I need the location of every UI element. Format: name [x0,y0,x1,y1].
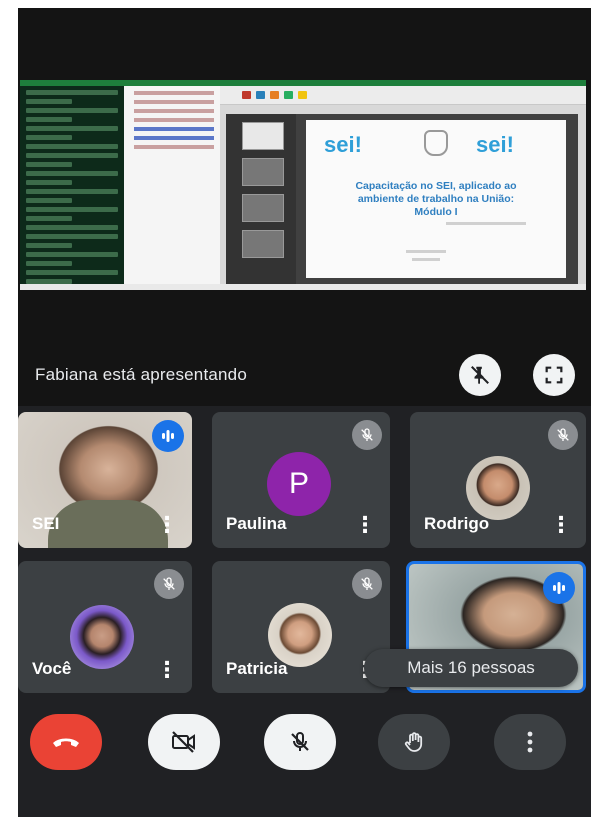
participant-tile-patricia[interactable]: Patricia ⋮ [212,561,390,693]
sei-logo-left: sei! [324,132,362,157]
muted-indicator [352,420,382,450]
mic-off-icon [163,577,175,590]
sei-logo-right: sei! [476,132,514,157]
more-vertical-icon [527,731,533,753]
shared-app-sidebar [20,86,124,284]
slide-thumbnails [226,114,296,284]
mic-off-icon [361,428,373,441]
participant-tile-sei[interactable]: SEI ⋮ [18,412,192,548]
unpin-button[interactable] [459,354,501,396]
presentation-area[interactable]: sei! sei! Capacitação no SEI, aplicado a… [18,8,591,406]
audio-level-icon [553,582,565,594]
mic-toggle-button[interactable] [264,714,336,770]
phone-hangup-icon [53,738,79,747]
end-call-button[interactable] [30,714,102,770]
more-participants-button[interactable]: Mais 16 pessoas [364,649,578,687]
audio-level-icon [162,430,174,442]
slide-page: sei! sei! Capacitação no SEI, aplicado a… [306,120,566,278]
participant-menu-button[interactable]: ⋮ [156,659,178,681]
mic-off-icon [361,577,373,590]
avatar [268,603,332,667]
mic-off-icon [557,428,569,441]
avatar [70,605,134,669]
shared-app-list [124,86,221,284]
presenter-label: Fabiana está apresentando [35,365,247,384]
participant-tile-rodrigo[interactable]: Rodrigo ⋮ [410,412,586,548]
speaking-indicator [543,572,575,604]
avatar [466,456,530,520]
participant-tile-voce[interactable]: Você ⋮ [18,561,192,693]
muted-indicator [154,569,184,599]
muted-indicator [548,420,578,450]
shared-screen-content: sei! sei! Capacitação no SEI, aplicado a… [20,80,586,290]
muted-indicator [352,569,382,599]
participant-name: SEI [32,514,60,533]
meeting-screen: sei! sei! Capacitação no SEI, aplicado a… [18,8,591,817]
videocam-off-icon [172,731,195,753]
avatar: P [267,452,331,516]
pin-off-icon [471,366,489,385]
participant-name: Paulina [226,514,287,533]
fullscreen-icon [545,366,563,384]
slide-title: Capacitação no SEI, aplicado ao ambiente… [355,180,517,218]
coat-of-arms-icon [424,130,448,156]
fullscreen-button[interactable] [533,354,575,396]
raise-hand-button[interactable] [378,714,450,770]
participant-menu-button[interactable]: ⋮ [550,514,572,536]
speaking-indicator [152,420,184,452]
shared-document-viewer: sei! sei! Capacitação no SEI, aplicado a… [220,86,586,284]
participant-tile-paulina[interactable]: P Paulina ⋮ [212,412,390,548]
mic-off-icon [291,731,309,751]
participant-menu-button[interactable]: ⋮ [156,514,178,536]
participant-menu-button[interactable]: ⋮ [354,514,376,536]
hand-icon [404,732,423,752]
camera-toggle-button[interactable] [148,714,220,770]
participant-name: Rodrigo [424,514,490,533]
participant-name: Você [32,659,72,678]
participant-name: Patricia [226,659,288,678]
more-options-button[interactable] [494,714,566,770]
